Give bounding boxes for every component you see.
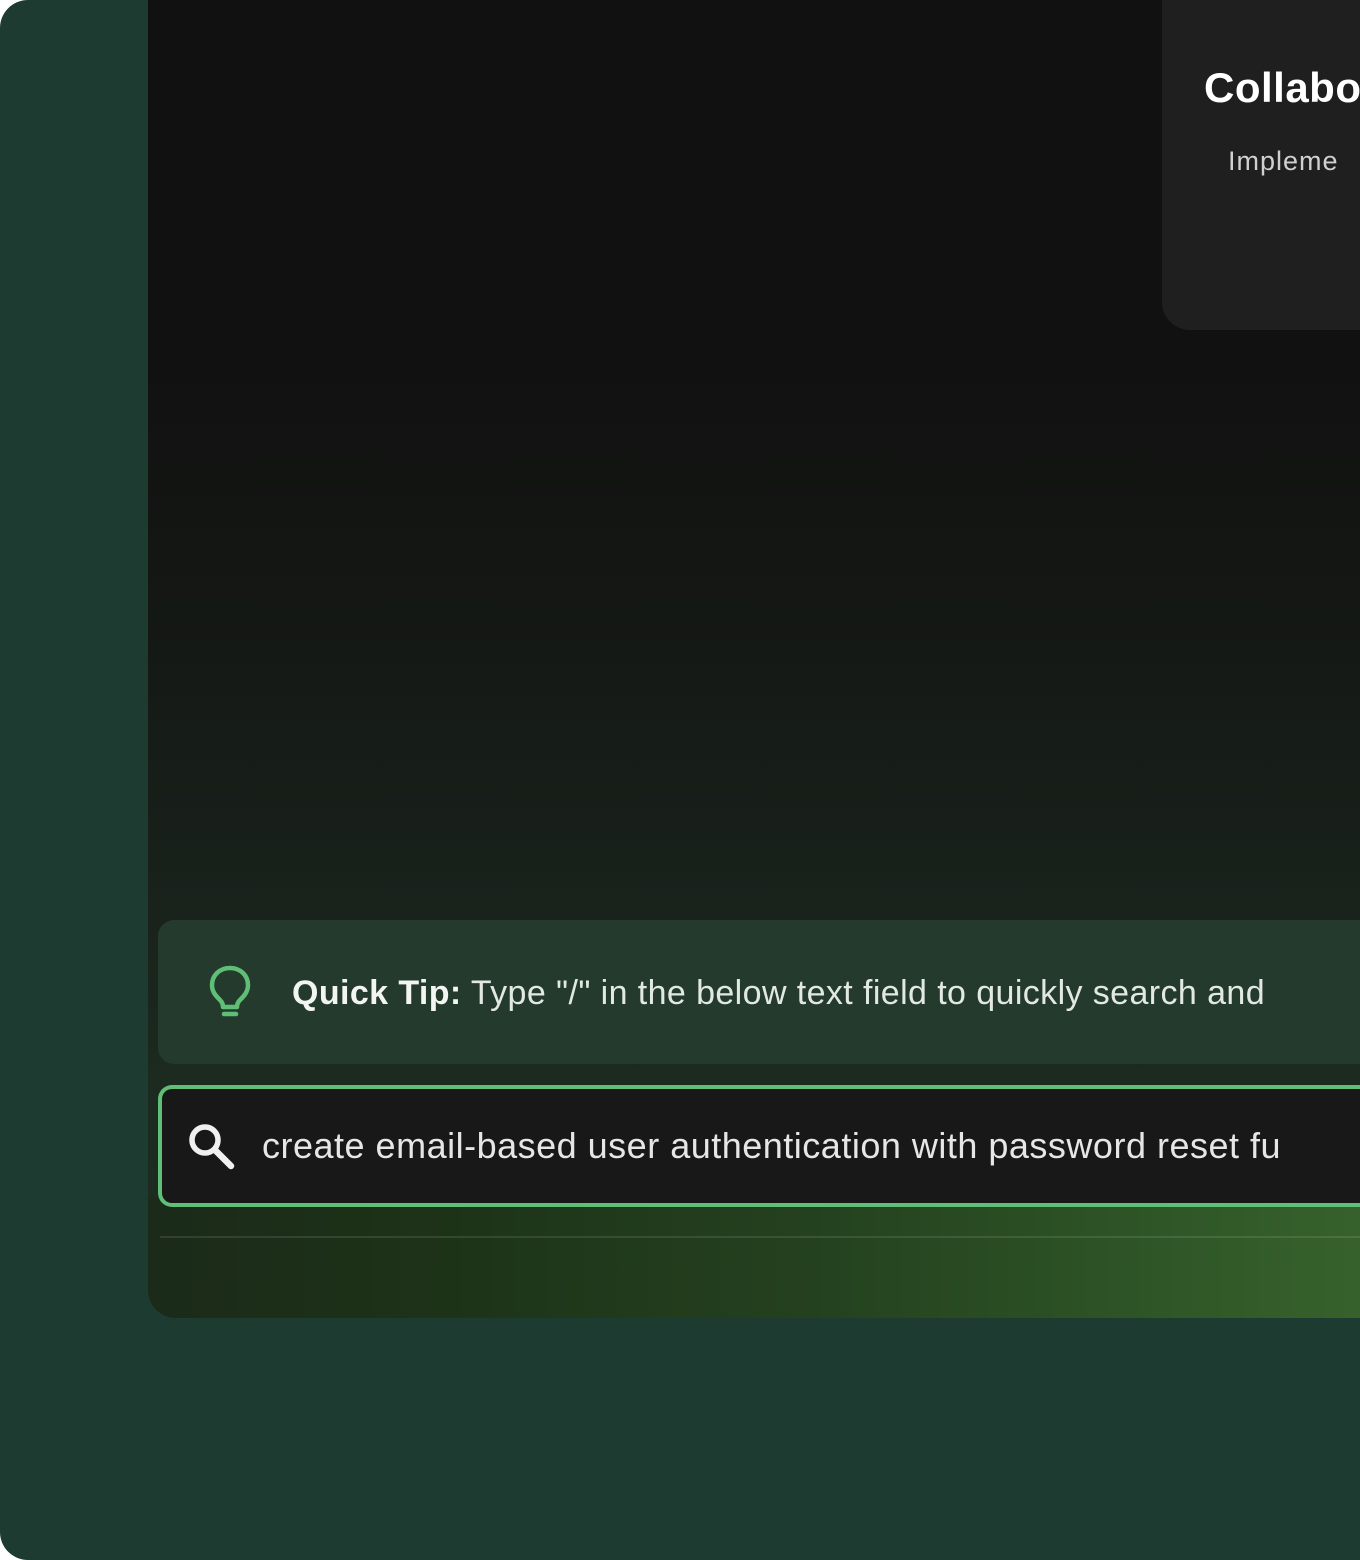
quick-tip-banner: Quick Tip: Type "/" in the below text fi… [158,920,1360,1064]
search-input[interactable] [262,1111,1360,1181]
quick-tip-label: Quick Tip: [292,974,462,1012]
lightbulb-icon [209,965,251,1017]
search-icon [189,1124,235,1170]
app-window: Collabo Impleme Quick Tip: Type "/" in t… [148,0,1360,1318]
quick-tip-text: Quick Tip: Type "/" in the below text fi… [292,974,1265,1013]
card-title: Collabo [1204,64,1360,111]
collaboration-card[interactable]: Collabo Impleme [1162,0,1360,330]
desktop-background: Collabo Impleme Quick Tip: Type "/" in t… [0,0,1360,1560]
bottom-gradient [148,1198,1360,1318]
card-description: Impleme [1228,146,1339,176]
quick-tip-message: Type "/" in the below text field to quic… [461,974,1266,1012]
search-field-container[interactable] [158,1085,1360,1207]
